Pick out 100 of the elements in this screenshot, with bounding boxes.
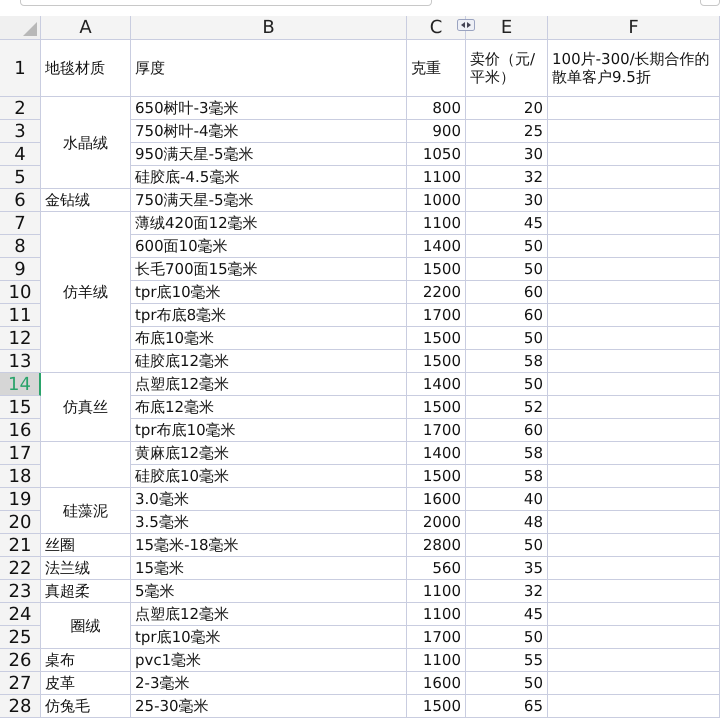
table-cell: 硅藻泥 bbox=[41, 488, 131, 534]
row-header[interactable]: 8 bbox=[0, 235, 41, 258]
row-header[interactable]: 9 bbox=[0, 258, 41, 281]
table-cell: 2200 bbox=[407, 281, 466, 304]
table-cell: 1050 bbox=[407, 143, 466, 166]
table-cell: 1100 bbox=[407, 649, 466, 672]
column-header[interactable]: C bbox=[407, 16, 466, 40]
row-header[interactable]: 3 bbox=[0, 120, 41, 143]
row-header[interactable]: 23 bbox=[0, 580, 41, 603]
table-cell: 3.0毫米 bbox=[131, 488, 407, 511]
row-header[interactable]: 16 bbox=[0, 419, 41, 442]
table-cell: 900 bbox=[407, 120, 466, 143]
table-cell: 35 bbox=[466, 557, 548, 580]
row-header[interactable]: 11 bbox=[0, 304, 41, 327]
hidden-column-icon[interactable] bbox=[457, 19, 475, 31]
table-cell: tpr布底10毫米 bbox=[131, 419, 407, 442]
table-cell: 1700 bbox=[407, 626, 466, 649]
row-header[interactable]: 20 bbox=[0, 511, 41, 534]
table-cell: 50 bbox=[466, 235, 548, 258]
table-cell: 52 bbox=[466, 396, 548, 419]
table-cell: 1100 bbox=[407, 212, 466, 235]
table-cell: 硅胶底12毫米 bbox=[131, 350, 407, 373]
row-header[interactable]: 4 bbox=[0, 143, 41, 166]
table-cell: 800 bbox=[407, 97, 466, 120]
table-cell: 薄绒420面12毫米 bbox=[131, 212, 407, 235]
column-header[interactable]: F bbox=[548, 16, 720, 40]
table-cell: 560 bbox=[407, 557, 466, 580]
table-cell: tpr底10毫米 bbox=[131, 626, 407, 649]
table-cell: 仿真丝 bbox=[41, 373, 131, 442]
column-header[interactable]: E bbox=[466, 16, 548, 40]
table-cell: 水晶绒 bbox=[41, 97, 131, 189]
table-cell: 1700 bbox=[407, 304, 466, 327]
table-cell: 克重 bbox=[407, 40, 466, 97]
table-cell: 1100 bbox=[407, 580, 466, 603]
row-header[interactable]: 27 bbox=[0, 672, 41, 695]
table-cell: 15毫米 bbox=[131, 557, 407, 580]
table-cell: 55 bbox=[466, 649, 548, 672]
table-cell: 1400 bbox=[407, 235, 466, 258]
table-cell: 65 bbox=[466, 695, 548, 718]
table-cell: 厚度 bbox=[131, 40, 407, 97]
row-header[interactable]: 5 bbox=[0, 166, 41, 189]
table-cell: 1400 bbox=[407, 373, 466, 396]
table-cell: 1600 bbox=[407, 488, 466, 511]
table-cell: 50 bbox=[466, 534, 548, 557]
table-cell: 5毫米 bbox=[131, 580, 407, 603]
row-header[interactable]: 26 bbox=[0, 649, 41, 672]
table-cell: 50 bbox=[466, 327, 548, 350]
table-cell: 32 bbox=[466, 580, 548, 603]
row-header[interactable]: 17 bbox=[0, 442, 41, 465]
select-all-button[interactable] bbox=[0, 16, 41, 40]
table-cell: 50 bbox=[466, 373, 548, 396]
table-cell: 650树叶-3毫米 bbox=[131, 97, 407, 120]
table-cell: 硅胶底-4.5毫米 bbox=[131, 166, 407, 189]
table-cell: 卖价（元/平米） bbox=[466, 40, 548, 97]
row-header[interactable]: 6 bbox=[0, 189, 41, 212]
row-header[interactable]: 1 bbox=[0, 40, 41, 97]
table-cell: 法兰绒 bbox=[41, 557, 131, 580]
row-header[interactable]: 13 bbox=[0, 350, 41, 373]
table-cell: 桌布 bbox=[41, 649, 131, 672]
table-cell: 60 bbox=[466, 304, 548, 327]
row-header[interactable]: 21 bbox=[0, 534, 41, 557]
table-cell: 950满天星-5毫米 bbox=[131, 143, 407, 166]
column-header[interactable]: A bbox=[41, 16, 131, 40]
row-header[interactable]: 15 bbox=[0, 396, 41, 419]
row-header[interactable]: 12 bbox=[0, 327, 41, 350]
table-cell: 40 bbox=[466, 488, 548, 511]
table-cell: 2800 bbox=[407, 534, 466, 557]
table-cell: 1500 bbox=[407, 258, 466, 281]
row-header[interactable]: 2 bbox=[0, 97, 41, 120]
table-cell: 布底12毫米 bbox=[131, 396, 407, 419]
row-header[interactable]: 25 bbox=[0, 626, 41, 649]
table-cell: 1500 bbox=[407, 396, 466, 419]
table-cell: 硅胶底10毫米 bbox=[131, 465, 407, 488]
table-cell: 仿兔毛 bbox=[41, 695, 131, 718]
table-cell: 100片-300/长期合作的散单客户9.5折 bbox=[548, 40, 720, 97]
table-cell: 50 bbox=[466, 258, 548, 281]
row-header[interactable]: 7 bbox=[0, 212, 41, 235]
row-header[interactable]: 22 bbox=[0, 557, 41, 580]
table-cell: 长毛700面15毫米 bbox=[131, 258, 407, 281]
row-header[interactable]: 24 bbox=[0, 603, 41, 626]
table-cell: pvc1毫米 bbox=[131, 649, 407, 672]
row-header[interactable]: 28 bbox=[0, 695, 41, 718]
table-cell: 25-30毫米 bbox=[131, 695, 407, 718]
table-cell: 1700 bbox=[407, 419, 466, 442]
table-cell: 1500 bbox=[407, 327, 466, 350]
table-cell: 1600 bbox=[407, 672, 466, 695]
row-header[interactable]: 10 bbox=[0, 281, 41, 304]
table-cell: 750满天星-5毫米 bbox=[131, 189, 407, 212]
table-cell: 1500 bbox=[407, 695, 466, 718]
table-cell: 1500 bbox=[407, 350, 466, 373]
table-cell: 金钻绒 bbox=[41, 189, 131, 212]
table-cell: 25 bbox=[466, 120, 548, 143]
table-cell: 1000 bbox=[407, 189, 466, 212]
row-header[interactable]: 19 bbox=[0, 488, 41, 511]
table-cell: 45 bbox=[466, 212, 548, 235]
table-cell: 2000 bbox=[407, 511, 466, 534]
column-header[interactable]: B bbox=[131, 16, 407, 40]
row-header[interactable]: 18 bbox=[0, 465, 41, 488]
table-cell: 地毯材质 bbox=[41, 40, 131, 97]
table-cell: 750树叶-4毫米 bbox=[131, 120, 407, 143]
